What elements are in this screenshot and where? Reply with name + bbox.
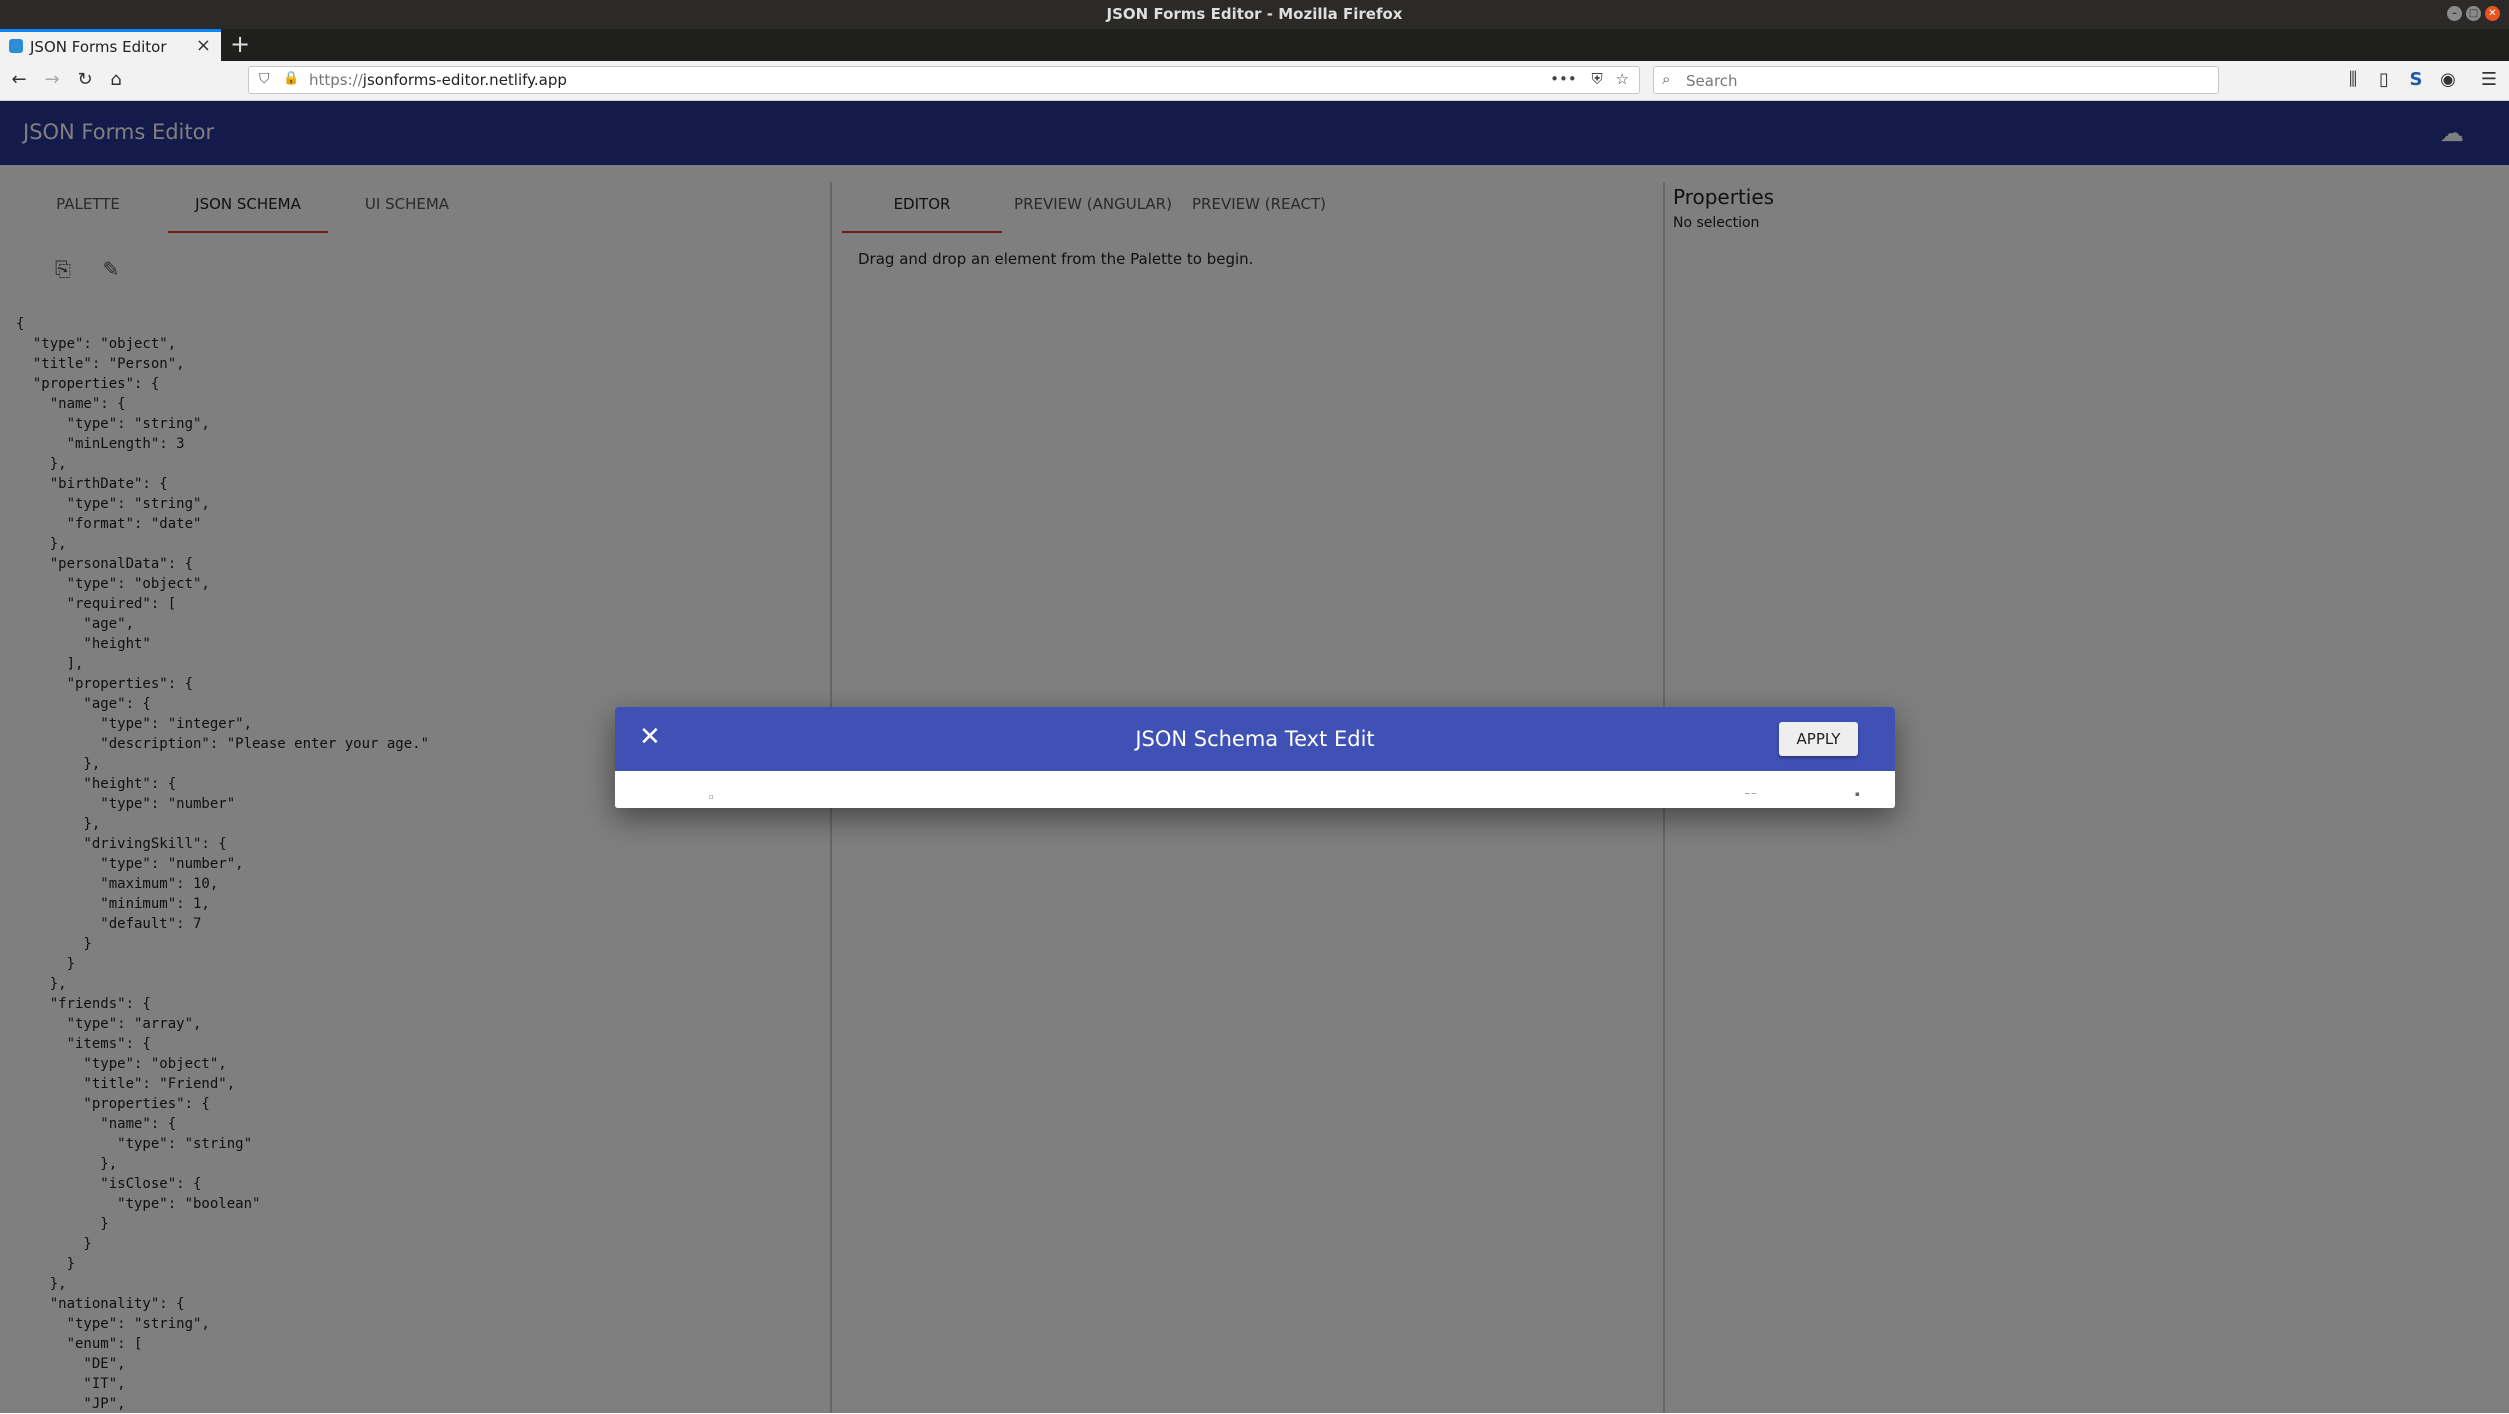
editor-line-marker: ▫: [709, 793, 714, 801]
url-protocol: https://: [309, 71, 363, 89]
new-tab-icon[interactable]: +: [230, 30, 250, 58]
dialog-text-editor[interactable]: ▫ ─ ─ ▪: [615, 771, 1895, 808]
json-schema-text-edit-dialog: ✕ JSON Schema Text Edit APPLY ▫ ─ ─ ▪: [615, 707, 1895, 808]
sidebar-icon[interactable]: ▯: [2373, 69, 2395, 90]
apply-button[interactable]: APPLY: [1779, 722, 1858, 756]
search-icon: ⌕: [1662, 70, 1671, 88]
reload-icon[interactable]: ↻: [74, 69, 96, 90]
search-bar[interactable]: ⌕: [1653, 66, 2219, 94]
forward-icon[interactable]: →: [41, 69, 63, 90]
editor-scroll-marker: ▪: [1855, 790, 1860, 798]
library-icon[interactable]: ⫼: [2342, 69, 2364, 90]
dialog-header: ✕ JSON Schema Text Edit APPLY: [615, 707, 1895, 771]
close-tab-icon[interactable]: ×: [196, 35, 211, 56]
search-input[interactable]: [1684, 69, 2208, 93]
minimize-window-icon[interactable]: –: [2447, 6, 2462, 21]
url-bar[interactable]: ⛉ 🔒 https://jsonforms-editor.netlify.app…: [248, 66, 1640, 94]
lock-icon[interactable]: 🔒: [283, 71, 299, 86]
editor-minimap-marker: ─ ─: [1745, 790, 1756, 798]
url-text[interactable]: https://jsonforms-editor.netlify.app: [309, 71, 567, 89]
pocket-icon[interactable]: ⛨: [1592, 70, 1603, 88]
browser-tab[interactable]: JSON Forms Editor ×: [0, 29, 221, 61]
url-actions: ••• ⛨ ☆: [1550, 70, 1629, 88]
back-icon[interactable]: ←: [8, 69, 30, 90]
account-icon[interactable]: ◉: [2437, 69, 2459, 90]
favicon-icon: [9, 39, 23, 53]
url-host: jsonforms-editor.netlify.app: [362, 71, 567, 89]
shield-icon[interactable]: ⛉: [259, 71, 270, 87]
maximize-window-icon[interactable]: □: [2466, 6, 2481, 21]
dialog-title: JSON Schema Text Edit: [1135, 727, 1375, 751]
extension-s-icon[interactable]: S: [2405, 69, 2427, 90]
close-window-icon[interactable]: ✕: [2485, 6, 2500, 21]
browser-tab-label: JSON Forms Editor: [30, 38, 167, 56]
menu-icon[interactable]: ☰: [2478, 69, 2500, 90]
window-title: JSON Forms Editor - Mozilla Firefox: [1106, 5, 1403, 23]
window-titlebar: JSON Forms Editor - Mozilla Firefox – □ …: [0, 0, 2509, 29]
browser-navbar: ← → ↻ ⌂ ⛉ 🔒 https://jsonforms-editor.net…: [0, 61, 2509, 101]
more-actions-icon[interactable]: •••: [1550, 70, 1577, 88]
bookmark-star-icon[interactable]: ☆: [1616, 70, 1629, 88]
home-icon[interactable]: ⌂: [105, 69, 127, 90]
browser-tabbar: JSON Forms Editor × +: [0, 29, 2509, 61]
